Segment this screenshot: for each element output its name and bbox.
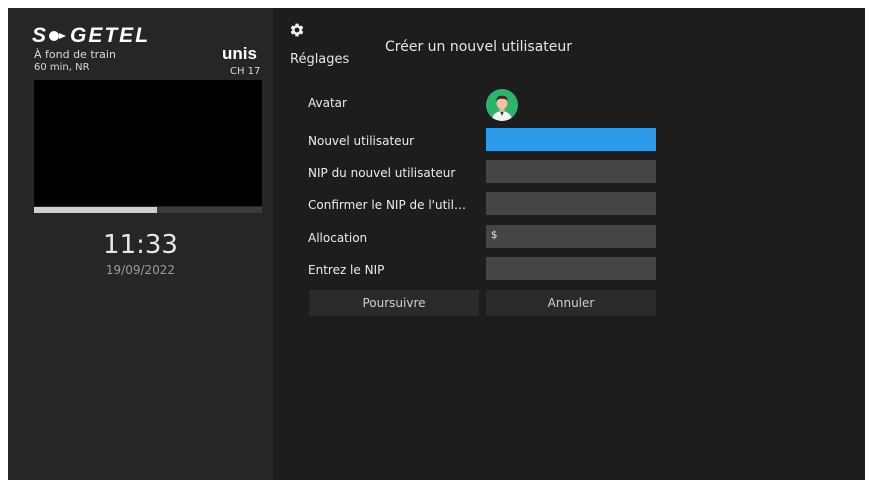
logo-play-mark — [49, 30, 69, 42]
new-user-input[interactable] — [486, 128, 656, 151]
logo-suffix: GETEL — [70, 24, 151, 47]
allocation-input[interactable]: $ — [486, 225, 656, 248]
video-preview[interactable] — [34, 80, 262, 206]
avatar-figure — [492, 95, 512, 121]
settings-label[interactable]: Réglages — [290, 52, 349, 67]
enter-pin-input[interactable] — [486, 257, 656, 280]
page-title: Créer un nouvel utilisateur — [385, 39, 573, 55]
logo-prefix: S — [32, 24, 49, 47]
channel-number: CH 17 — [230, 66, 261, 77]
continue-button[interactable]: Poursuivre — [309, 290, 479, 316]
clock-date: 19/09/2022 — [105, 263, 176, 277]
new-pin-input[interactable] — [486, 160, 656, 183]
cancel-button[interactable]: Annuler — [486, 290, 656, 316]
enter-pin-label: Entrez le NIP — [308, 263, 385, 277]
confirm-pin-label: Confirmer le NIP de l'util… — [308, 198, 466, 212]
avatar-label: Avatar — [308, 96, 347, 110]
user-avatar-icon[interactable] — [486, 89, 518, 121]
gear-icon — [290, 23, 304, 37]
program-meta: 60 min, NR — [34, 62, 90, 73]
tv-screen: S GETEL À fond de train 60 min, NR unis C… — [8, 8, 865, 480]
confirm-pin-input[interactable] — [486, 192, 656, 215]
new-pin-label: NIP du nouvel utilisateur — [308, 166, 456, 180]
program-progress-bar — [34, 207, 262, 213]
channel-logo: unis — [222, 44, 257, 63]
now-playing-panel: S GETEL À fond de train 60 min, NR unis C… — [8, 8, 273, 480]
allocation-label: Allocation — [308, 231, 368, 245]
allocation-value: $ — [491, 230, 498, 241]
sogetel-logo: S GETEL — [32, 24, 150, 48]
program-title: À fond de train — [34, 48, 116, 61]
new-user-label: Nouvel utilisateur — [308, 134, 415, 148]
clock-time: 11:33 — [103, 230, 178, 260]
program-progress-fill — [34, 207, 158, 213]
